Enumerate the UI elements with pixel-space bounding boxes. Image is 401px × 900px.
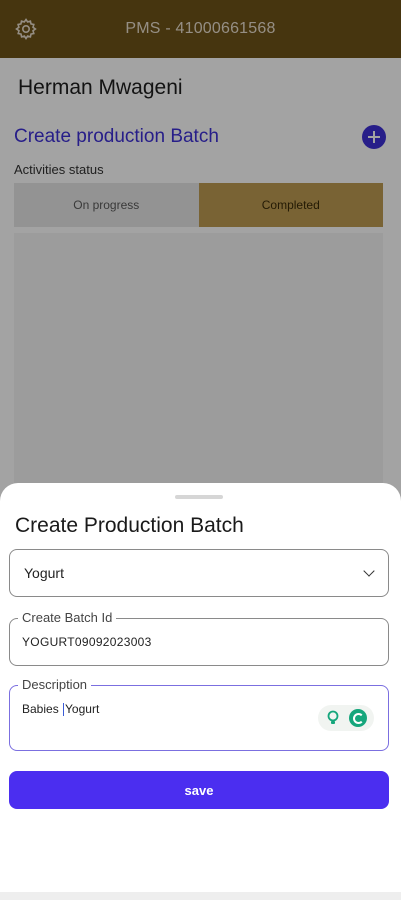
lightbulb-icon[interactable] — [325, 710, 341, 726]
description-text-before-caret: Babies — [22, 702, 63, 716]
save-button[interactable]: save — [9, 771, 389, 809]
description-label: Description — [18, 677, 92, 692]
text-caret — [63, 703, 65, 717]
product-select-value: Yogurt — [24, 565, 64, 581]
sheet-title: Create Production Batch — [15, 514, 244, 537]
chevron-down-icon — [364, 568, 374, 578]
description-text-after-caret: Yogurt — [65, 702, 100, 716]
batch-id-field[interactable]: Create Batch Id YOGURT09092023003 — [9, 610, 389, 666]
navigation-bar — [0, 892, 401, 900]
description-value: Babies Yogurt — [22, 702, 100, 717]
grammarly-icon[interactable] — [348, 709, 367, 727]
batch-id-label: Create Batch Id — [18, 610, 117, 625]
description-field[interactable]: Description Babies Yogurt — [9, 677, 389, 751]
writing-assistant-icons — [318, 705, 374, 731]
create-batch-sheet: Create Production Batch Yogurt Create Ba… — [0, 483, 401, 892]
batch-id-value: YOGURT09092023003 — [22, 635, 152, 649]
drag-handle[interactable] — [175, 495, 223, 499]
product-select[interactable]: Yogurt — [9, 549, 389, 597]
